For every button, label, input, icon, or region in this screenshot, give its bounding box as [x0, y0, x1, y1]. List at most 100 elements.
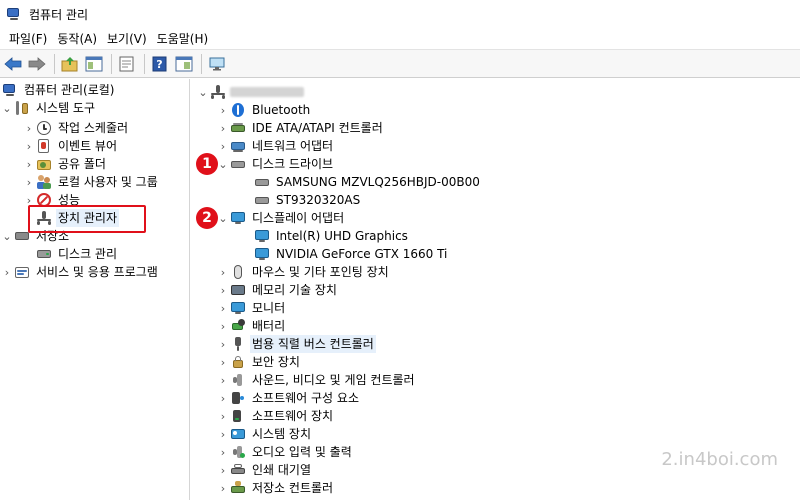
memory-device-icon — [230, 282, 246, 298]
chevron-right-icon[interactable]: › — [216, 374, 230, 387]
device-category-print-queue[interactable]: › 인쇄 대기열 — [216, 461, 313, 479]
users-icon — [36, 174, 52, 190]
chevron-right-icon[interactable]: › — [216, 338, 230, 351]
menu-bar: 파일(F) 동작(A) 보기(V) 도움말(H) — [0, 28, 800, 50]
chevron-right-icon[interactable]: › — [22, 176, 36, 189]
chevron-right-icon[interactable]: › — [216, 392, 230, 405]
tree-item-local-users[interactable]: › 로컬 사용자 및 그룹 — [22, 173, 160, 191]
clock-icon — [36, 120, 52, 136]
back-arrow-icon[interactable] — [2, 53, 24, 75]
properties-icon[interactable] — [116, 53, 138, 75]
device-category-audio-io[interactable]: › 오디오 입력 및 출력 — [216, 443, 354, 461]
tree-item-task-scheduler[interactable]: › 작업 스케줄러 — [22, 119, 130, 137]
device-tree: ⌄ › Bluetooth › IDE ATA/ATAPI 컨트롤러 › 네트워 — [192, 79, 800, 500]
computer-management-icon — [6, 6, 22, 22]
device-category-battery[interactable]: › 배터리 — [216, 317, 287, 335]
chevron-right-icon[interactable]: › — [216, 266, 230, 279]
show-hide-tree-icon[interactable] — [83, 53, 105, 75]
tree-item-event-viewer[interactable]: › 이벤트 뷰어 — [22, 137, 119, 155]
chevron-right-icon[interactable]: › — [216, 320, 230, 333]
device-category-ide[interactable]: › IDE ATA/ATAPI 컨트롤러 — [216, 119, 385, 137]
device-gpu-nvidia[interactable]: NVIDIA GeForce GTX 1660 Ti — [254, 245, 449, 263]
chevron-right-icon[interactable]: › — [22, 158, 36, 171]
device-category-system[interactable]: › 시스템 장치 — [216, 425, 313, 443]
device-category-mouse[interactable]: › 마우스 및 기타 포인팅 장치 — [216, 263, 391, 281]
disk-drive-icon — [254, 174, 270, 190]
chevron-right-icon[interactable]: › — [22, 140, 36, 153]
device-disk-seagate[interactable]: ST9320320AS — [254, 191, 362, 209]
up-folder-icon[interactable] — [59, 53, 81, 75]
software-device-icon — [230, 408, 246, 424]
speaker-icon — [230, 372, 246, 388]
chevron-down-icon[interactable]: ⌄ — [216, 212, 230, 225]
device-root[interactable]: ⌄ — [196, 83, 304, 101]
device-category-software-devices[interactable]: › 소프트웨어 장치 — [216, 407, 335, 425]
storage-controller-icon — [230, 480, 246, 496]
device-category-display[interactable]: ⌄ 디스플레이 어댑터 — [216, 209, 346, 227]
chevron-down-icon[interactable]: ⌄ — [0, 102, 14, 115]
device-category-bluetooth[interactable]: › Bluetooth — [216, 101, 312, 119]
battery-icon — [230, 318, 246, 334]
display-adapter-icon — [254, 228, 270, 244]
chevron-right-icon[interactable]: › — [216, 140, 230, 153]
device-manager-highlight — [28, 205, 146, 233]
chevron-right-icon[interactable]: › — [216, 122, 230, 135]
chevron-right-icon[interactable]: › — [0, 266, 14, 279]
chevron-right-icon[interactable]: › — [216, 464, 230, 477]
chevron-right-icon[interactable]: › — [216, 482, 230, 495]
device-category-storage-controllers[interactable]: › 저장소 컨트롤러 — [216, 479, 335, 497]
chevron-down-icon[interactable]: ⌄ — [216, 158, 230, 171]
chevron-down-icon[interactable]: ⌄ — [0, 230, 14, 243]
device-category-network[interactable]: › 네트워크 어댑터 — [216, 137, 335, 155]
printer-icon — [230, 462, 246, 478]
monitor-icon[interactable] — [206, 53, 228, 75]
bluetooth-icon — [230, 102, 246, 118]
computer-name-blurred — [230, 87, 304, 97]
device-category-sound[interactable]: › 사운드, 비디오 및 게임 컨트롤러 — [216, 371, 417, 389]
title-bar: 컴퓨터 관리 — [0, 0, 800, 28]
chevron-right-icon[interactable]: › — [216, 104, 230, 117]
device-category-usb[interactable]: › 범용 직렬 버스 컨트롤러 — [216, 335, 376, 353]
security-device-icon — [230, 354, 246, 370]
annotation-badge-2: 2 — [196, 207, 218, 229]
tree-item-root[interactable]: 컴퓨터 관리(로컬) — [2, 81, 116, 99]
menu-view[interactable]: 보기(V) — [102, 29, 152, 49]
help-icon[interactable]: ? — [149, 53, 171, 75]
chevron-right-icon[interactable]: › — [216, 356, 230, 369]
device-disk-samsung[interactable]: SAMSUNG MZVLQ256HBJD-00B00 — [254, 173, 482, 191]
toolbar-separator — [54, 53, 55, 74]
chevron-right-icon[interactable]: › — [216, 302, 230, 315]
chevron-right-icon[interactable]: › — [216, 284, 230, 297]
device-category-disk-drives[interactable]: ⌄ 디스크 드라이브 — [216, 155, 335, 173]
tree-item-shared-folders[interactable]: › 공유 폴더 — [22, 155, 108, 173]
device-category-monitor[interactable]: › 모니터 — [216, 299, 287, 317]
computer-icon — [210, 84, 226, 100]
toolbar-separator — [111, 53, 112, 74]
device-category-memory[interactable]: › 메모리 기술 장치 — [216, 281, 339, 299]
chevron-right-icon[interactable]: › — [216, 428, 230, 441]
chevron-right-icon[interactable]: › — [216, 410, 230, 423]
svg-text:?: ? — [156, 58, 162, 71]
device-category-security[interactable]: › 보안 장치 — [216, 353, 302, 371]
tree-item-disk-management[interactable]: 디스크 관리 — [36, 245, 119, 263]
menu-help[interactable]: 도움말(H) — [152, 29, 214, 49]
tree-item-services[interactable]: › 서비스 및 응용 프로그램 — [0, 263, 160, 281]
chevron-right-icon[interactable]: › — [22, 122, 36, 135]
display-adapter-icon — [230, 210, 246, 226]
device-category-software-components[interactable]: › 소프트웨어 구성 요소 — [216, 389, 361, 407]
chevron-down-icon[interactable]: ⌄ — [196, 86, 210, 99]
console-icon[interactable] — [173, 53, 195, 75]
tree-item-system-tools[interactable]: ⌄ 시스템 도구 — [0, 99, 97, 117]
ide-controller-icon — [230, 120, 246, 136]
device-gpu-intel[interactable]: Intel(R) UHD Graphics — [254, 227, 410, 245]
computer-management-icon — [2, 82, 18, 98]
menu-action[interactable]: 동작(A) — [52, 29, 102, 49]
forward-arrow-icon[interactable] — [26, 53, 48, 75]
menu-file[interactable]: 파일(F) — [4, 29, 52, 49]
window-title: 컴퓨터 관리 — [29, 7, 89, 22]
network-adapter-icon — [230, 138, 246, 154]
chevron-right-icon[interactable]: › — [216, 446, 230, 459]
monitor-icon — [230, 300, 246, 316]
watermark: 2.in4boi.com — [661, 449, 778, 470]
event-viewer-icon — [36, 138, 52, 154]
